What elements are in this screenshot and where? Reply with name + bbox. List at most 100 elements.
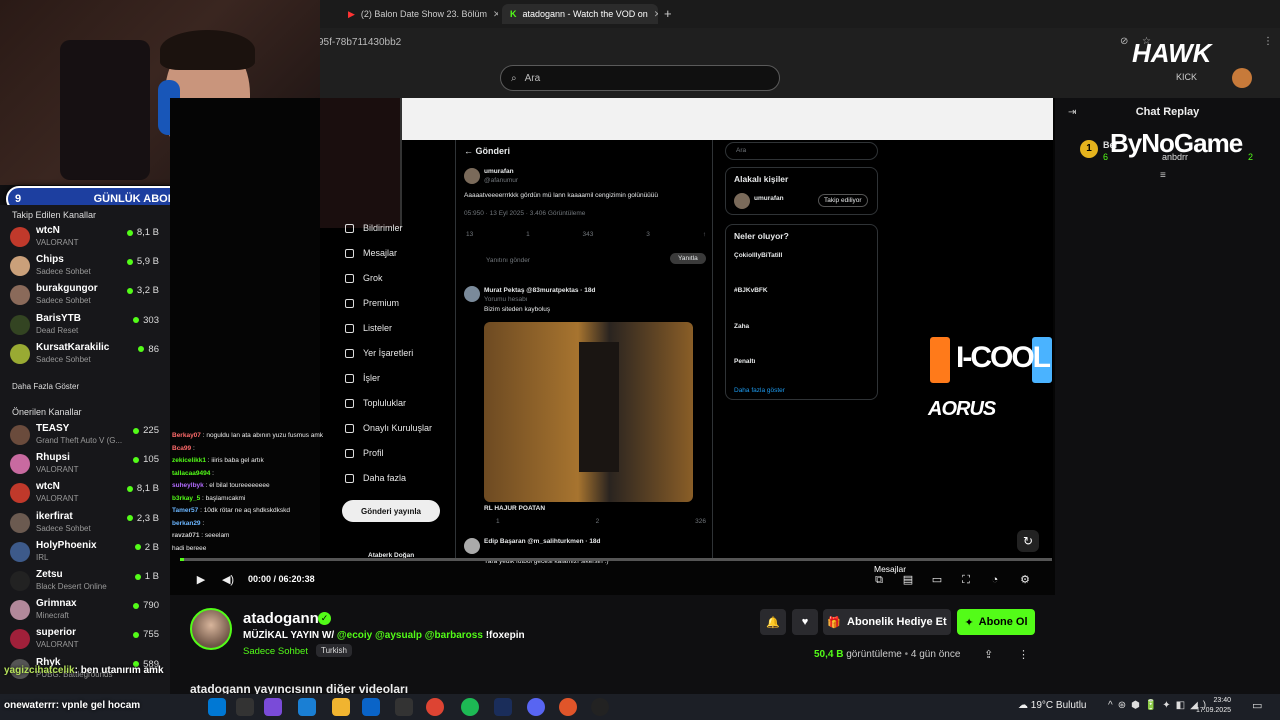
more-options-icon[interactable]: ⋮ — [1018, 648, 1029, 661]
title-mentions[interactable]: @ecoiy @aysualp @barbaross — [337, 630, 483, 641]
reply-button[interactable]: Yanıtla — [670, 253, 706, 264]
channel-row[interactable]: superior VALORANT 755 — [10, 625, 165, 653]
retweet-count[interactable]: 1 — [526, 231, 530, 238]
reply1-image[interactable] — [484, 322, 693, 502]
xbox-icon[interactable] — [395, 698, 413, 716]
x-nav-item[interactable]: Onaylı Kuruluşlar — [345, 423, 432, 433]
share-icon[interactable]: ↑ — [703, 231, 706, 238]
weather-widget[interactable]: ☁ 19°C Bulutlu — [1018, 700, 1086, 711]
clip-corner-icon[interactable]: ↻ — [1017, 530, 1039, 552]
streamer-hair — [160, 30, 255, 70]
category-link[interactable]: Sadece Sohbet — [243, 646, 308, 657]
volume-icon[interactable]: ◀) — [221, 573, 235, 587]
play-icon[interactable]: ▶ — [194, 573, 208, 587]
speed-icon[interactable]: ◔ — [988, 573, 1002, 587]
trend-item[interactable]: Zaha — [734, 323, 749, 330]
copilot-icon[interactable] — [264, 698, 282, 716]
channel-row[interactable]: burakgungor Sadece Sohbet 3,2 B — [10, 281, 165, 309]
like-count[interactable]: 343 — [583, 231, 594, 238]
x-nav-item[interactable]: Daha fazla — [345, 473, 406, 483]
channel-row[interactable]: wtcN VALORANT 8,1 B — [10, 479, 165, 507]
channel-row[interactable]: Chips Sadece Sohbet 5,9 B — [10, 252, 165, 280]
task-view-icon[interactable] — [236, 698, 254, 716]
settings-gear-icon[interactable]: ⚙ — [1018, 573, 1032, 587]
subscribe-button[interactable]: ✦ Abone Ol — [957, 609, 1035, 635]
streamer-name[interactable]: atadogann — [243, 610, 319, 627]
channel-row[interactable]: KursatKarakilic Sadece Sohbet 86 — [10, 340, 165, 368]
reply-input[interactable]: Yanıtını gönder — [486, 257, 530, 264]
chrome-icon[interactable] — [426, 698, 444, 716]
start-icon[interactable] — [208, 698, 226, 716]
nav-icon — [345, 248, 354, 258]
x-nav-item[interactable]: Listeler — [345, 323, 392, 333]
show-more-link[interactable]: Daha Fazla Göster — [12, 382, 79, 391]
following-button[interactable]: Takip ediliyor — [818, 194, 868, 207]
heart-icon[interactable]: ♥ — [792, 609, 818, 635]
nav-icon — [345, 323, 354, 333]
gift-sub-button[interactable]: 🎁 Abonelik Hediye Et — [823, 609, 951, 635]
bookmark-count[interactable]: 3 — [646, 231, 650, 238]
close-tab-icon[interactable]: ✕ — [493, 9, 498, 20]
search-input[interactable]: ⌕ Ara — [500, 65, 780, 91]
channel-row[interactable]: wtcN VALORANT 8,1 B — [10, 223, 165, 251]
viewer-count: 2 B — [134, 542, 159, 553]
channel-row[interactable]: Zetsu Black Desert Online 1 B — [10, 567, 165, 595]
discord-icon[interactable] — [527, 698, 545, 716]
x-nav-item[interactable]: Profil — [345, 448, 384, 458]
streamer-avatar[interactable] — [190, 608, 232, 650]
language-tag[interactable]: Turkish — [316, 644, 352, 657]
spotify-icon[interactable] — [461, 698, 479, 716]
clip-icon[interactable]: ⧉ — [872, 573, 886, 587]
progress-bar[interactable] — [180, 558, 1052, 561]
x-nav-item[interactable]: Mesajlar — [345, 248, 397, 258]
channel-row[interactable]: HolyPhoenix IRL 2 B — [10, 538, 165, 566]
tweet-author[interactable]: umurafan — [484, 168, 514, 175]
notification-icon[interactable]: ▭ — [1252, 699, 1262, 712]
address-bar[interactable]: 95f-78b711430bb2 — [300, 32, 1130, 52]
x-nav-item[interactable]: Yer İşaretleri — [345, 348, 413, 358]
tab-balon-date[interactable]: ▶ (2) Balon Date Show 23. Bölüm ✕ — [340, 4, 498, 24]
miniplayer-icon[interactable]: ▭ — [930, 573, 944, 587]
x-nav-item[interactable]: İşler — [345, 373, 380, 383]
channel-avatar — [10, 343, 30, 364]
obs-icon[interactable] — [591, 698, 609, 716]
reply-count[interactable]: 13 — [466, 231, 473, 238]
verified-icon: ✓ — [318, 612, 331, 625]
channel-row[interactable]: Rhupsi VALORANT 105 — [10, 450, 165, 478]
fullscreen-icon[interactable]: ⛶ — [959, 573, 973, 587]
outlook-icon[interactable] — [362, 698, 380, 716]
system-clock[interactable]: 23:40 17.09.2025 — [1195, 696, 1231, 716]
post-button[interactable]: Gönderi yayınla — [342, 500, 440, 522]
theater-icon[interactable]: ▤ — [901, 573, 915, 587]
channel-row[interactable]: ikerfirat Sadece Sohbet 2,3 B — [10, 509, 165, 537]
x-nav-item[interactable]: Grok — [345, 273, 383, 283]
edge-icon[interactable] — [298, 698, 316, 716]
channel-category: VALORANT — [36, 238, 79, 247]
x-nav-item[interactable]: Topluluklar — [345, 398, 406, 408]
channel-row[interactable]: TEASY Grand Theft Auto V (G... 225 — [10, 421, 165, 449]
new-tab-button[interactable]: + — [664, 6, 672, 21]
tab-kick-vod[interactable]: K atadogann - Watch the VOD on ✕ — [502, 4, 658, 24]
channel-row[interactable]: BarisYTB Dead Reset 303 — [10, 311, 165, 339]
stream-chat-overlay: Berkay07 : noguldu lan ata abının yuzu f… — [172, 430, 342, 570]
close-tab-icon[interactable]: ✕ — [654, 9, 658, 20]
x-nav-item[interactable]: Bildirimler — [345, 223, 403, 233]
steam-icon[interactable] — [494, 698, 512, 716]
bell-icon[interactable]: 🔔 — [760, 609, 786, 635]
show-more-trends[interactable]: Daha fazla göster — [734, 387, 785, 394]
x-nav-item[interactable]: Premium — [345, 298, 399, 308]
share-icon[interactable]: ⇪ — [984, 648, 993, 661]
trend-item[interactable]: ÇokiolllyBiTatiII — [734, 252, 782, 259]
trend-item[interactable]: #BJKvBFK — [734, 287, 768, 294]
x-search[interactable]: Ara — [725, 142, 878, 160]
filter-icon[interactable]: ≡ — [1160, 170, 1166, 181]
channel-row[interactable]: Grimnax Minecraft 790 — [10, 596, 165, 624]
trend-item[interactable]: Penaltı — [734, 358, 755, 365]
stream-title: MÜZİKAL YAYIN W/ @ecoiy @aysualp @barbar… — [243, 630, 525, 641]
menu-icon[interactable]: ⋮ — [1263, 36, 1273, 47]
nav-icon — [345, 423, 354, 433]
eye-off-icon[interactable]: ⊘ — [1120, 36, 1128, 47]
file-explorer-icon[interactable] — [332, 698, 350, 716]
nav-icon — [345, 373, 354, 383]
origin-icon[interactable] — [559, 698, 577, 716]
